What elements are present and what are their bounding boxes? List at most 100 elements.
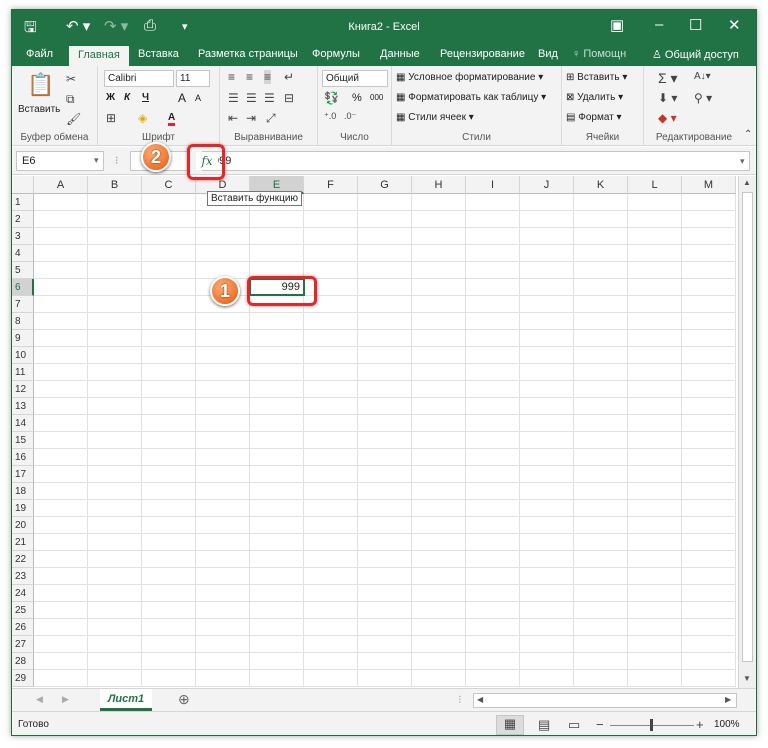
- maximize-icon[interactable]: ☐: [689, 16, 702, 34]
- format-as-table-button[interactable]: ▦ Форматировать как таблицу ▾: [396, 92, 546, 103]
- sheet-next-icon[interactable]: ▶: [62, 694, 69, 705]
- row-header-15[interactable]: 15: [12, 432, 34, 449]
- row-header-12[interactable]: 12: [12, 381, 34, 398]
- name-box[interactable]: E6: [16, 151, 104, 171]
- select-all-corner[interactable]: [12, 176, 34, 194]
- font-size-select[interactable]: 11: [176, 70, 210, 87]
- column-header-f[interactable]: F: [304, 176, 358, 194]
- row-header-20[interactable]: 20: [12, 517, 34, 534]
- paste-icon[interactable]: 📋: [27, 72, 54, 98]
- formula-input[interactable]: 999: [202, 151, 750, 171]
- cut-icon[interactable]: ✂: [66, 72, 76, 86]
- row-header-23[interactable]: 23: [12, 568, 34, 585]
- column-header-b[interactable]: B: [88, 176, 142, 194]
- format-painter-icon[interactable]: 🖌: [66, 112, 81, 126]
- row-header-26[interactable]: 26: [12, 619, 34, 636]
- underline-button[interactable]: Ч: [142, 92, 149, 103]
- horizontal-scrollbar[interactable]: ◀ ▶: [473, 693, 737, 708]
- column-header-h[interactable]: H: [412, 176, 466, 194]
- row-header-25[interactable]: 25: [12, 602, 34, 619]
- grow-font-button[interactable]: A: [178, 91, 186, 105]
- row-header-27[interactable]: 27: [12, 636, 34, 653]
- row-header-21[interactable]: 21: [12, 534, 34, 551]
- row-header-5[interactable]: 5: [12, 262, 34, 279]
- row-header-19[interactable]: 19: [12, 500, 34, 517]
- tab-insert[interactable]: Вставка: [138, 48, 179, 60]
- column-header-m[interactable]: M: [682, 176, 736, 194]
- row-header-16[interactable]: 16: [12, 449, 34, 466]
- page-break-view-icon[interactable]: ▭: [568, 717, 580, 733]
- sheet-tab-list1[interactable]: Лист1: [100, 689, 152, 711]
- row-header-2[interactable]: 2: [12, 211, 34, 228]
- row-header-14[interactable]: 14: [12, 415, 34, 432]
- zoom-level[interactable]: 100%: [714, 719, 740, 730]
- page-layout-view-icon[interactable]: ▤: [538, 717, 550, 733]
- column-header-a[interactable]: A: [34, 176, 88, 194]
- column-header-k[interactable]: K: [574, 176, 628, 194]
- sort-filter-icon[interactable]: A↓▾: [694, 71, 711, 82]
- row-header-4[interactable]: 4: [12, 245, 34, 262]
- scroll-left-icon[interactable]: ◀: [477, 695, 483, 704]
- paste-button[interactable]: Вставить: [18, 104, 60, 115]
- clear-icon[interactable]: ◆ ▾: [658, 111, 677, 125]
- format-cells-button[interactable]: ▤ Формат ▾: [566, 112, 622, 123]
- tab-formulas[interactable]: Формулы: [312, 48, 360, 60]
- row-header-7[interactable]: 7: [12, 296, 34, 313]
- conditional-formatting-button[interactable]: ▦ Условное форматирование ▾: [396, 72, 543, 83]
- fill-color-icon[interactable]: ◈: [138, 111, 147, 125]
- scroll-thumb[interactable]: [742, 192, 753, 662]
- cell-styles-button[interactable]: ▦ Стили ячеек ▾: [396, 112, 474, 123]
- collapse-ribbon-icon[interactable]: ⌃: [744, 129, 752, 140]
- name-box-dropdown-icon[interactable]: ▾: [94, 155, 99, 166]
- align-left-icon[interactable]: ☰: [228, 91, 239, 105]
- tell-me-box[interactable]: ♀ Помощн: [572, 48, 626, 60]
- fill-icon[interactable]: ⬇ ▾: [658, 91, 677, 105]
- row-header-8[interactable]: 8: [12, 313, 34, 330]
- scroll-right-icon[interactable]: ▶: [725, 695, 731, 704]
- borders-icon[interactable]: ⊞: [106, 111, 116, 125]
- zoom-slider-thumb[interactable]: [650, 719, 653, 731]
- normal-view-icon[interactable]: ▦: [496, 715, 524, 735]
- wrap-text-icon[interactable]: ↵: [284, 70, 294, 84]
- number-format-select[interactable]: Общий: [322, 70, 388, 87]
- row-header-17[interactable]: 17: [12, 466, 34, 483]
- increase-decimal-icon[interactable]: ⁺.0: [324, 111, 336, 122]
- indent-decrease-icon[interactable]: ⇤: [228, 111, 238, 125]
- row-header-3[interactable]: 3: [12, 228, 34, 245]
- share-button[interactable]: ♙ Общий доступ: [652, 48, 739, 61]
- tab-file[interactable]: Файл: [26, 48, 53, 60]
- currency-icon[interactable]: 💱: [324, 91, 339, 105]
- indent-increase-icon[interactable]: ⇥: [246, 111, 256, 125]
- tab-data[interactable]: Данные: [380, 48, 420, 60]
- italic-button[interactable]: К: [124, 92, 130, 103]
- row-header-22[interactable]: 22: [12, 551, 34, 568]
- tab-split-handle[interactable]: ⁝: [458, 693, 462, 706]
- scroll-down-icon[interactable]: ▼: [743, 674, 751, 683]
- row-header-1[interactable]: 1: [12, 194, 34, 211]
- align-right-icon[interactable]: ☰: [264, 91, 275, 105]
- percent-button[interactable]: %: [352, 92, 362, 104]
- column-header-c[interactable]: C: [142, 176, 196, 194]
- row-header-29[interactable]: 29: [12, 670, 34, 687]
- scroll-up-icon[interactable]: ▲: [743, 178, 751, 187]
- font-color-button[interactable]: А: [168, 112, 176, 126]
- vertical-scrollbar[interactable]: ▲ ▼: [738, 176, 756, 688]
- insert-cells-button[interactable]: ⊞ Вставить ▾: [566, 72, 627, 83]
- row-header-28[interactable]: 28: [12, 653, 34, 670]
- shrink-font-button[interactable]: A: [195, 93, 201, 103]
- tab-view[interactable]: Вид: [538, 48, 558, 60]
- minimize-icon[interactable]: –: [655, 16, 663, 33]
- find-icon[interactable]: ⚲ ▾: [694, 91, 712, 105]
- column-header-g[interactable]: G: [358, 176, 412, 194]
- font-name-select[interactable]: Calibri: [104, 70, 174, 87]
- merge-icon[interactable]: ⊟: [284, 91, 294, 105]
- zoom-out-button[interactable]: −: [596, 717, 604, 732]
- autosum-icon[interactable]: Σ ▾: [658, 70, 678, 87]
- decrease-decimal-icon[interactable]: .0⁻: [344, 111, 356, 122]
- tab-page-layout[interactable]: Разметка страницы: [198, 48, 298, 60]
- delete-cells-button[interactable]: ⊠ Удалить ▾: [566, 92, 623, 103]
- sheet-prev-icon[interactable]: ◀: [36, 694, 43, 705]
- row-header-11[interactable]: 11: [12, 364, 34, 381]
- align-center-icon[interactable]: ☰: [246, 91, 257, 105]
- align-middle-icon[interactable]: ≡: [246, 70, 253, 84]
